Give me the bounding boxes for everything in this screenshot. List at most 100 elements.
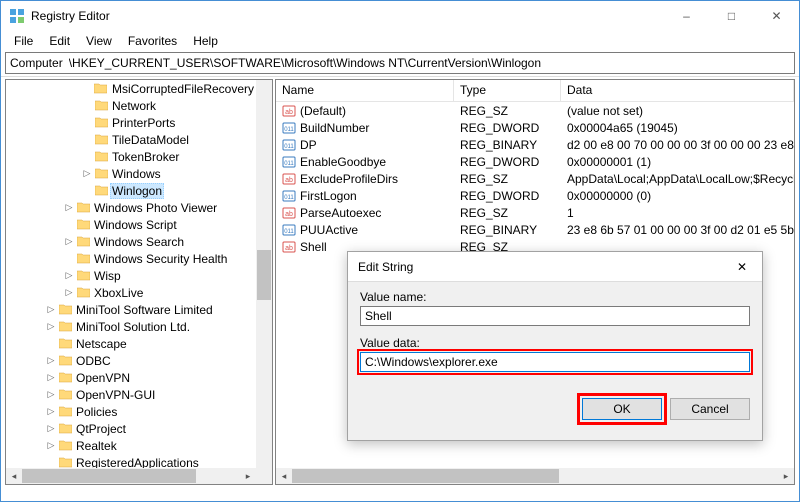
cancel-button[interactable]: Cancel: [670, 398, 750, 420]
tree-item-label: Realtek: [74, 439, 119, 453]
value-row[interactable]: 011DPREG_BINARYd2 00 e8 00 70 00 00 00 3…: [276, 136, 794, 153]
tree-item-label: Windows Script: [92, 218, 179, 232]
tree-item-label: Windows: [110, 167, 163, 181]
ok-button[interactable]: OK: [582, 398, 662, 420]
value-row[interactable]: 011BuildNumberREG_DWORD0x00004a65 (19045…: [276, 119, 794, 136]
tree-item-label: Policies: [74, 405, 119, 419]
address-input[interactable]: [65, 56, 794, 70]
tree-item[interactable]: ▷OpenVPN: [6, 369, 256, 386]
value-name: ExcludeProfileDirs: [300, 172, 398, 186]
value-name: ParseAutoexec: [300, 206, 381, 220]
tree-item[interactable]: ▷ Policies: [6, 403, 256, 420]
close-button[interactable]: ✕: [754, 1, 799, 31]
expand-icon[interactable]: ▷: [44, 440, 58, 451]
binary-value-icon: 011: [282, 138, 296, 152]
value-data-input[interactable]: [360, 352, 750, 372]
tree-item[interactable]: ▷ Realtek: [6, 437, 256, 454]
svg-text:ab: ab: [285, 109, 293, 116]
tree-item[interactable]: ▷MiniTool Software Limited: [6, 301, 256, 318]
expand-icon[interactable]: ▷: [62, 236, 76, 247]
tree-item[interactable]: ▷ ODBC: [6, 352, 256, 369]
tree-item[interactable]: ▷OpenVPN-GUI: [6, 386, 256, 403]
expand-icon[interactable]: ▷: [44, 423, 58, 434]
maximize-button[interactable]: □: [709, 1, 754, 31]
menu-edit[interactable]: Edit: [42, 33, 77, 49]
menu-view[interactable]: View: [79, 33, 119, 49]
tree-item[interactable]: MsiCorruptedFileRecovery: [6, 80, 256, 97]
value-row[interactable]: 011EnableGoodbyeREG_DWORD0x00000001 (1): [276, 153, 794, 170]
value-type: REG_DWORD: [454, 189, 561, 203]
value-name: FirstLogon: [300, 189, 357, 203]
tree-item[interactable]: Netscape: [6, 335, 256, 352]
tree-item[interactable]: ▷ Windows: [6, 165, 256, 182]
expand-icon[interactable]: ▷: [62, 270, 76, 281]
tree-item[interactable]: ▷Wisp: [6, 267, 256, 284]
column-data[interactable]: Data: [561, 80, 794, 101]
value-row[interactable]: 011FirstLogonREG_DWORD0x00000000 (0): [276, 187, 794, 204]
expand-icon[interactable]: ▷: [80, 168, 94, 179]
value-name: EnableGoodbye: [300, 155, 386, 169]
expand-icon[interactable]: ▷: [44, 406, 58, 417]
value-name-label: Value name:: [360, 290, 750, 304]
folder-icon: [58, 371, 72, 385]
menu-favorites[interactable]: Favorites: [121, 33, 184, 49]
expand-icon[interactable]: ▷: [44, 389, 58, 400]
dialog-close-button[interactable]: ✕: [722, 252, 762, 282]
tree-item[interactable]: ▷ XboxLive: [6, 284, 256, 301]
column-name[interactable]: Name: [276, 80, 454, 101]
menu-help[interactable]: Help: [186, 33, 225, 49]
folder-icon: [94, 116, 108, 130]
tree-item-label: Windows Photo Viewer: [92, 201, 219, 215]
value-data: 0x00004a65 (19045): [561, 121, 794, 135]
tree-item[interactable]: TokenBroker: [6, 148, 256, 165]
expand-icon[interactable]: ▷: [44, 355, 58, 366]
tree-item-label: XboxLive: [92, 286, 145, 300]
tree-item[interactable]: ▷Windows Search: [6, 233, 256, 250]
value-data: AppData\Local;AppData\LocalLow;$Recycle.…: [561, 172, 794, 186]
value-data: (value not set): [561, 104, 794, 118]
value-row[interactable]: 011PUUActiveREG_BINARY23 e8 6b 57 01 00 …: [276, 221, 794, 238]
tree-item[interactable]: Network: [6, 97, 256, 114]
tree-item-label: Winlogon: [110, 183, 164, 199]
folder-icon: [58, 303, 72, 317]
titlebar: Registry Editor – □ ✕: [1, 1, 799, 31]
tree-item[interactable]: Winlogon: [6, 182, 256, 199]
tree-item-label: ODBC: [74, 354, 113, 368]
expand-icon[interactable]: ▷: [44, 372, 58, 383]
tree-item-label: TokenBroker: [110, 150, 181, 164]
tree-item[interactable]: ▷ Windows Photo Viewer: [6, 199, 256, 216]
tree-item[interactable]: ▷QtProject: [6, 420, 256, 437]
value-data: 23 e8 6b 57 01 00 00 00 3f 00 d2 01 e5 5…: [561, 223, 794, 237]
value-row[interactable]: ab(Default)REG_SZ(value not set): [276, 102, 794, 119]
value-name: PUUActive: [300, 223, 358, 237]
values-header: Name Type Data: [276, 80, 794, 102]
value-row[interactable]: abParseAutoexecREG_SZ1: [276, 204, 794, 221]
edit-string-dialog: Edit String ✕ Value name: Value data: OK…: [347, 251, 763, 441]
values-horizontal-scrollbar[interactable]: ◂▸: [276, 468, 794, 484]
expand-icon[interactable]: ▷: [44, 304, 58, 315]
tree-item[interactable]: TileDataModel: [6, 131, 256, 148]
expand-icon[interactable]: ▷: [62, 202, 76, 213]
value-name: (Default): [300, 104, 346, 118]
tree-horizontal-scrollbar[interactable]: ◂▸: [6, 468, 256, 484]
column-type[interactable]: Type: [454, 80, 561, 101]
tree-item[interactable]: PrinterPorts: [6, 114, 256, 131]
tree-item-label: Network: [110, 99, 158, 113]
expand-icon[interactable]: ▷: [62, 287, 76, 298]
value-row[interactable]: abExcludeProfileDirsREG_SZAppData\Local;…: [276, 170, 794, 187]
value-name-input[interactable]: [360, 306, 750, 326]
tree-item[interactable]: ▷ MiniTool Solution Ltd.: [6, 318, 256, 335]
menu-file[interactable]: File: [7, 33, 40, 49]
folder-icon: [94, 167, 108, 181]
tree-item[interactable]: Windows Script: [6, 216, 256, 233]
string-value-icon: ab: [282, 206, 296, 220]
tree-item[interactable]: Windows Security Health: [6, 250, 256, 267]
folder-icon: [94, 150, 108, 164]
expand-icon[interactable]: ▷: [44, 321, 58, 332]
tree-item-label: PrinterPorts: [110, 116, 177, 130]
tree-vertical-scrollbar[interactable]: [256, 80, 272, 484]
tree-item-label: MiniTool Solution Ltd.: [74, 320, 192, 334]
minimize-button[interactable]: –: [664, 1, 709, 31]
svg-text:ab: ab: [285, 245, 293, 252]
tree-item-label: Netscape: [74, 337, 129, 351]
